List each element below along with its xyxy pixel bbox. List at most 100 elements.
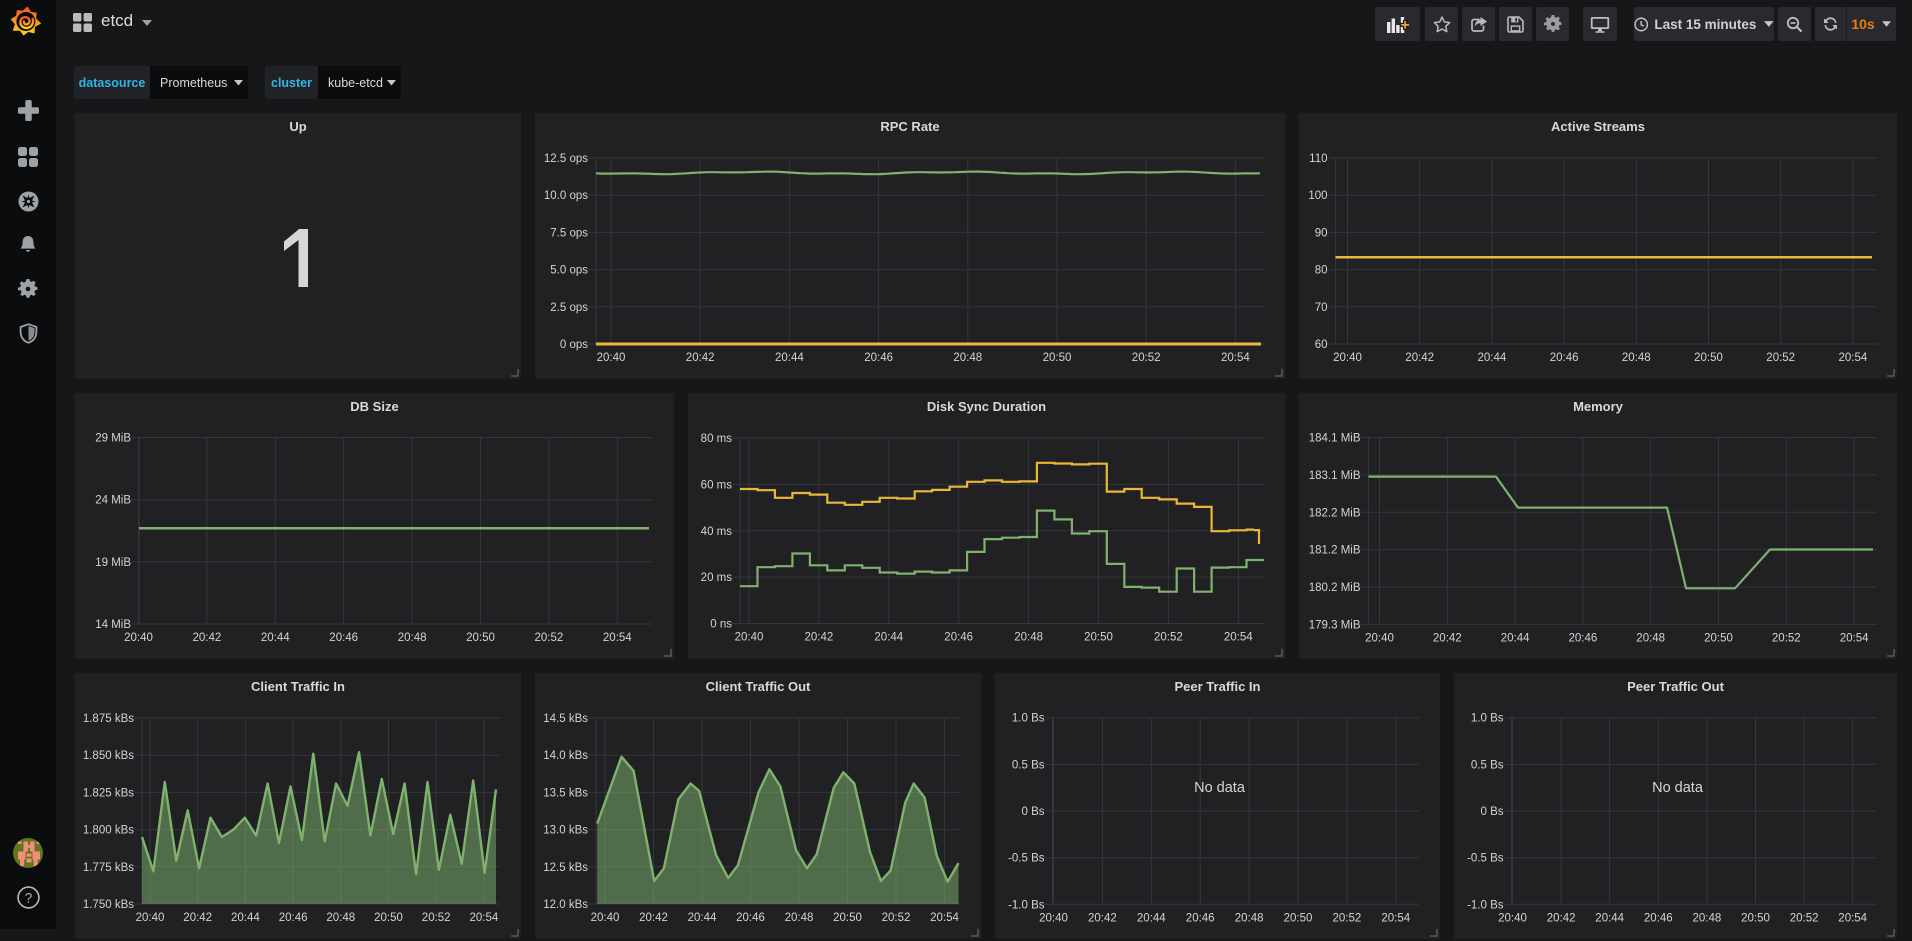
svg-text:20:40: 20:40 [735, 632, 764, 644]
svg-text:1.0 Bs: 1.0 Bs [1471, 713, 1504, 725]
svg-text:1.875 kBs: 1.875 kBs [83, 713, 134, 725]
svg-text:80 ms: 80 ms [701, 433, 733, 445]
svg-text:20:54: 20:54 [1838, 912, 1867, 924]
svg-text:20:46: 20:46 [279, 912, 308, 924]
svg-text:1.775 kBs: 1.775 kBs [83, 862, 134, 874]
svg-text:40 ms: 40 ms [701, 526, 733, 538]
svg-text:20:54: 20:54 [1839, 352, 1868, 364]
svg-text:10.0 ops: 10.0 ops [544, 190, 588, 202]
svg-text:20:46: 20:46 [944, 632, 973, 644]
svg-text:184.1 MiB: 184.1 MiB [1309, 433, 1361, 445]
svg-text:20:40: 20:40 [1333, 352, 1362, 364]
svg-text:-0.5 Bs: -0.5 Bs [1008, 853, 1045, 865]
svg-text:20:44: 20:44 [874, 632, 903, 644]
svg-text:20:48: 20:48 [953, 352, 982, 364]
svg-text:182.2 MiB: 182.2 MiB [1309, 507, 1361, 519]
svg-text:110: 110 [1309, 153, 1327, 165]
svg-text:20:50: 20:50 [466, 632, 495, 644]
svg-text:179.3 MiB: 179.3 MiB [1309, 619, 1361, 631]
svg-text:20:54: 20:54 [1221, 352, 1250, 364]
svg-text:-1.0 Bs: -1.0 Bs [1008, 899, 1045, 911]
svg-text:0 ns: 0 ns [710, 619, 732, 631]
svg-text:0.5 Bs: 0.5 Bs [1471, 759, 1504, 771]
svg-text:20:42: 20:42 [1088, 912, 1117, 924]
svg-text:12.0 kBs: 12.0 kBs [543, 899, 588, 911]
svg-text:20:52: 20:52 [1154, 632, 1183, 644]
svg-text:20:50: 20:50 [833, 912, 862, 924]
svg-text:0 ops: 0 ops [560, 339, 588, 351]
svg-text:20:46: 20:46 [736, 912, 765, 924]
svg-text:181.2 MiB: 181.2 MiB [1309, 545, 1361, 557]
svg-text:No data: No data [1652, 780, 1704, 796]
svg-text:20:48: 20:48 [1235, 912, 1264, 924]
svg-text:20:50: 20:50 [1704, 632, 1733, 644]
svg-text:20:52: 20:52 [1772, 632, 1801, 644]
svg-text:20:54: 20:54 [1224, 632, 1253, 644]
svg-text:20:42: 20:42 [183, 912, 212, 924]
svg-text:20:42: 20:42 [1405, 352, 1434, 364]
svg-text:14.0 kBs: 14.0 kBs [543, 750, 588, 762]
svg-text:180.2 MiB: 180.2 MiB [1309, 582, 1361, 594]
svg-text:-0.5 Bs: -0.5 Bs [1467, 853, 1504, 865]
svg-text:20:48: 20:48 [1014, 632, 1043, 644]
svg-text:20:46: 20:46 [864, 352, 893, 364]
svg-text:20:50: 20:50 [1741, 912, 1770, 924]
svg-text:20:48: 20:48 [1693, 912, 1722, 924]
svg-text:20:42: 20:42 [1433, 632, 1462, 644]
svg-text:1.825 kBs: 1.825 kBs [83, 787, 134, 799]
svg-text:19 MiB: 19 MiB [95, 557, 131, 569]
svg-text:60: 60 [1315, 339, 1328, 351]
svg-text:20:54: 20:54 [470, 912, 499, 924]
svg-text:20:54: 20:54 [1840, 632, 1869, 644]
svg-text:20:54: 20:54 [603, 632, 632, 644]
svg-text:20:40: 20:40 [1039, 912, 1068, 924]
svg-text:183.1 MiB: 183.1 MiB [1309, 470, 1361, 482]
svg-text:No data: No data [1194, 780, 1246, 796]
svg-text:80: 80 [1315, 265, 1328, 277]
svg-text:20:40: 20:40 [1365, 632, 1394, 644]
svg-text:20:42: 20:42 [639, 912, 668, 924]
svg-text:20:44: 20:44 [261, 632, 290, 644]
svg-text:24 MiB: 24 MiB [95, 495, 131, 507]
svg-text:20:42: 20:42 [805, 632, 834, 644]
svg-text:20:52: 20:52 [535, 632, 564, 644]
svg-text:70: 70 [1315, 302, 1328, 314]
svg-text:20:50: 20:50 [1694, 352, 1723, 364]
svg-text:20:44: 20:44 [1478, 352, 1507, 364]
svg-text:20:46: 20:46 [329, 632, 358, 644]
svg-text:20:40: 20:40 [136, 912, 165, 924]
svg-text:20:52: 20:52 [1132, 352, 1161, 364]
svg-text:20:54: 20:54 [930, 912, 959, 924]
svg-text:20:44: 20:44 [1595, 912, 1624, 924]
svg-text:20:40: 20:40 [597, 352, 626, 364]
svg-text:0 Bs: 0 Bs [1021, 806, 1044, 818]
svg-text:7.5 ops: 7.5 ops [550, 227, 588, 239]
svg-text:20:52: 20:52 [882, 912, 911, 924]
svg-text:20:48: 20:48 [1622, 352, 1651, 364]
svg-text:20:52: 20:52 [1333, 912, 1362, 924]
svg-text:90: 90 [1315, 227, 1328, 239]
svg-text:0 Bs: 0 Bs [1480, 806, 1503, 818]
svg-text:20:52: 20:52 [1790, 912, 1819, 924]
svg-text:20:44: 20:44 [775, 352, 804, 364]
svg-text:2.5 ops: 2.5 ops [550, 302, 588, 314]
svg-text:20:50: 20:50 [374, 912, 403, 924]
svg-text:5.0 ops: 5.0 ops [550, 265, 588, 277]
svg-text:?: ? [24, 890, 32, 905]
svg-text:1.850 kBs: 1.850 kBs [83, 750, 134, 762]
svg-text:20:40: 20:40 [1498, 912, 1527, 924]
svg-text:20:42: 20:42 [686, 352, 715, 364]
svg-text:20:40: 20:40 [591, 912, 620, 924]
svg-text:20:50: 20:50 [1043, 352, 1072, 364]
svg-text:20:44: 20:44 [1501, 632, 1530, 644]
svg-text:20:54: 20:54 [1381, 912, 1410, 924]
svg-text:13.5 kBs: 13.5 kBs [543, 787, 588, 799]
svg-text:20:48: 20:48 [398, 632, 427, 644]
svg-text:12.5 kBs: 12.5 kBs [543, 862, 588, 874]
svg-text:20:46: 20:46 [1550, 352, 1579, 364]
svg-text:20:48: 20:48 [1636, 632, 1665, 644]
svg-text:29 MiB: 29 MiB [95, 433, 131, 445]
svg-text:20:46: 20:46 [1569, 632, 1598, 644]
svg-text:20:40: 20:40 [124, 632, 153, 644]
svg-text:-1.0 Bs: -1.0 Bs [1467, 899, 1504, 911]
